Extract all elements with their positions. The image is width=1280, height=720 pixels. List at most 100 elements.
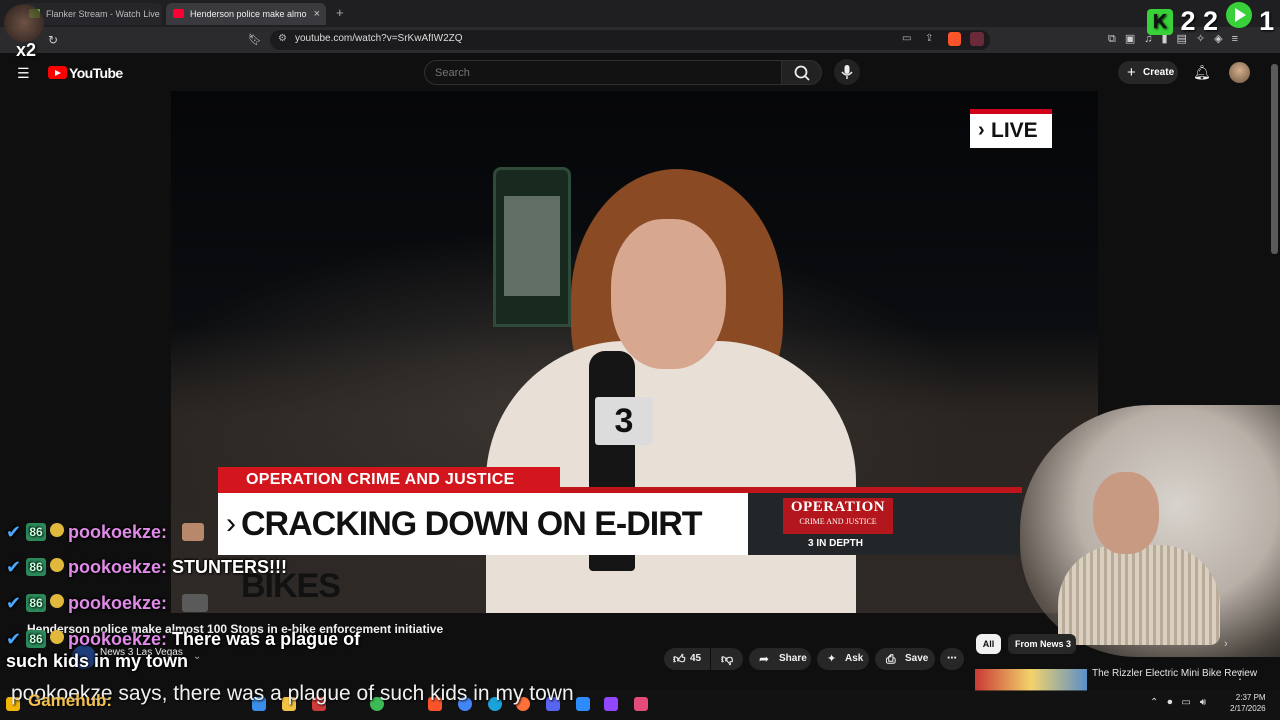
microphone-icon	[841, 65, 853, 79]
address-bar[interactable]: ⚙ youtube.com/watch?v=SrKwAfIW2ZQ ▭ ⇪	[270, 30, 990, 50]
like-button[interactable]: 👍︎ 45	[664, 648, 710, 670]
share-label: Share	[779, 653, 807, 664]
chat-username: pookoekze:	[68, 629, 168, 649]
share-button[interactable]: ➦ Share	[749, 648, 811, 670]
chat-username: pookoekze:	[68, 522, 168, 542]
avatar[interactable]	[1229, 62, 1250, 83]
verified-badge-icon: ✔	[6, 557, 22, 577]
ask-label: Ask	[845, 653, 864, 664]
banner-headline: CRACKING DOWN ON E-DIRT BIKES	[218, 493, 748, 605]
in-depth-label: 3 IN DEPTH	[808, 538, 864, 549]
verified-badge-icon: ✔	[6, 593, 22, 613]
reporter-face-image	[611, 219, 726, 369]
mic-flag-logo: 3	[595, 397, 653, 445]
youtube-logo-text[interactable]: YouTube	[69, 65, 123, 81]
live-badge: LIVE	[970, 109, 1052, 148]
save-label: Save	[905, 653, 929, 664]
operation-logo-subtitle: CRIME AND JUSTICE	[799, 517, 877, 526]
recommendation-thumbnail[interactable]	[975, 669, 1087, 691]
search-button[interactable]	[781, 60, 822, 85]
play-icon	[1225, 2, 1252, 28]
taskbar-app-icon[interactable]	[634, 697, 648, 711]
counter-value: 2 2	[1180, 6, 1219, 36]
taskbar-twitch-icon[interactable]	[604, 697, 618, 711]
coin-badge-icon	[50, 558, 64, 572]
browser-toolbar: ↻ 🔖︎ ⚙ youtube.com/watch?v=SrKwAfIW2ZQ ▭…	[0, 27, 1280, 53]
dislike-button[interactable]: 👎︎	[711, 648, 743, 670]
taskbar-time: 2:37 PM	[1235, 693, 1266, 702]
multiplier-overlay: x2	[16, 40, 37, 60]
taskbar-date: 2/17/2026	[1230, 704, 1266, 713]
plus-icon: +	[1127, 64, 1136, 81]
verified-badge-icon: ✔	[6, 629, 22, 649]
recommendation-menu-icon[interactable]: ⋮	[1234, 668, 1246, 682]
subscriber-badge-icon: 86	[26, 594, 46, 612]
recommendation-title[interactable]: The Rizzler Electric Mini Bike Review	[1092, 668, 1257, 679]
chat-message: ✔ 86 pookoekze: There was a plague of such…	[6, 628, 386, 672]
streamer-head-image	[1093, 472, 1159, 554]
stream-counter-overlay: K 2 2 1	[1147, 2, 1274, 36]
notifications-bell-icon[interactable]: 🔔︎	[1193, 64, 1211, 81]
chat-message: ✔ 86 pookoekze:	[6, 592, 208, 614]
page-scrollbar[interactable]	[1271, 64, 1278, 254]
new-tab-icon[interactable]: +	[336, 5, 344, 20]
taskbar-clock[interactable]: 2:37 PM 2/17/2026	[1230, 692, 1266, 714]
more-actions-button[interactable]: ⋯	[940, 648, 964, 670]
chat-message: ✔ 86 pookoekze:	[6, 521, 204, 543]
streamer-body-image	[1058, 545, 1220, 645]
reload-icon[interactable]: ↻	[48, 33, 58, 47]
save-button[interactable]: ⎙ Save	[875, 648, 935, 670]
chat-message: ✔ 86 pookoekze: STUNTERS!!!	[6, 556, 287, 578]
create-label: Create	[1143, 67, 1175, 78]
sign-panel	[504, 196, 560, 296]
search-input[interactable]	[424, 60, 782, 85]
coin-badge-icon	[50, 594, 64, 608]
url-text: youtube.com/watch?v=SrKwAfIW2ZQ	[295, 33, 463, 44]
bookmark-save-icon: ⎙	[886, 652, 896, 666]
bookmark-icon[interactable]: 🔖︎	[248, 33, 262, 46]
kick-logo-icon: K	[1147, 9, 1173, 35]
chat-emote-icon	[182, 594, 208, 612]
chevron-right-icon[interactable]: ›	[1224, 638, 1228, 650]
subscriber-badge-icon: 86	[26, 630, 46, 648]
subscriber-badge-icon: 86	[26, 558, 46, 576]
thumbs-up-icon: 👍︎	[673, 652, 686, 666]
park-sign-image	[493, 167, 571, 327]
like-count: 45	[690, 653, 702, 664]
chip-from-news3[interactable]: From News 3	[1008, 634, 1076, 654]
operation-logo: OPERATION CRIME AND JUSTICE	[783, 498, 893, 534]
coin-badge-icon	[50, 523, 64, 537]
streamer-avatar	[4, 4, 44, 42]
hamburger-menu-icon[interactable]: ☰	[17, 66, 30, 80]
gamehub-label: Gamehub:	[28, 691, 113, 710]
search-icon	[794, 65, 810, 81]
chip-all[interactable]: All	[976, 634, 1001, 654]
system-tray-icons[interactable]: ⌃⏺▭🔊︎	[1150, 697, 1215, 708]
chat-emote-icon	[182, 523, 204, 541]
coin-badge-icon	[50, 630, 64, 644]
brave-rewards-icon[interactable]	[970, 32, 984, 46]
chat-username: pookoekze:	[68, 593, 168, 613]
ellipsis-icon: ⋯	[947, 653, 957, 664]
tab-henderson-police[interactable]: Henderson police make almo ×	[166, 3, 326, 25]
tab-title: Flanker Stream - Watch Live on	[46, 9, 162, 19]
share-page-icon[interactable]: ⇪	[925, 33, 933, 44]
banner-kicker: OPERATION CRIME AND JUSTICE	[218, 467, 560, 493]
share-icon: ➦	[759, 652, 770, 666]
chat-text: STUNTERS!!!	[172, 557, 288, 577]
sparkle-icon: ✦	[827, 653, 837, 665]
voice-search-button[interactable]	[834, 59, 860, 85]
create-button[interactable]: + Create	[1118, 61, 1178, 84]
taskbar-app-icon[interactable]	[576, 697, 590, 711]
cast-icon[interactable]: ▭	[902, 33, 911, 44]
browser-tab-bar: Flanker Stream - Watch Live on Henderson…	[0, 0, 1280, 27]
verified-badge-icon: ✔	[6, 522, 22, 542]
subscriber-badge-icon: 86	[26, 523, 46, 541]
brave-shield-icon[interactable]	[948, 32, 961, 46]
thumbs-down-icon: 👎︎	[721, 652, 734, 666]
chat-username: pookoekze:	[68, 557, 168, 577]
close-tab-icon[interactable]: ×	[314, 3, 320, 25]
site-info-icon[interactable]: ⚙	[278, 33, 287, 44]
ask-button[interactable]: ✦ Ask	[817, 648, 869, 670]
youtube-logo-icon[interactable]	[48, 66, 67, 79]
